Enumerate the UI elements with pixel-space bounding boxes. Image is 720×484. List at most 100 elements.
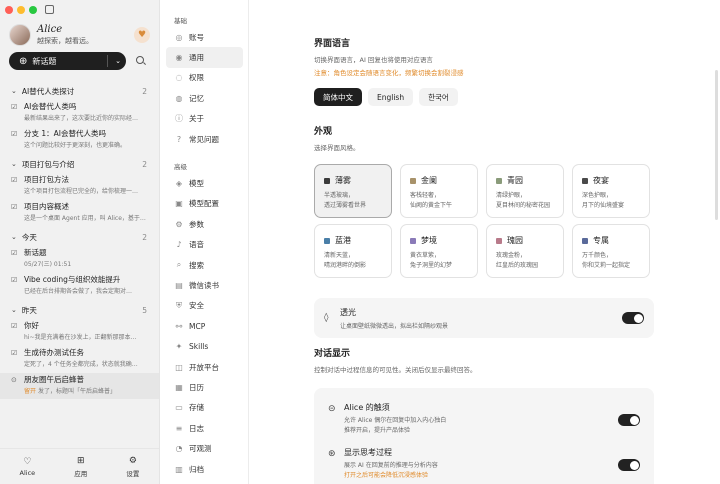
conversation-title: Vibe coding与组织效能提升 [24, 275, 121, 284]
settings-nav-item[interactable]: ⚯ MCP [161, 316, 248, 336]
conversation-item[interactable]: ☑ Vibe coding与组织效能提升 已经在后台排期各会做了，我会定期对… [0, 273, 159, 299]
thinking-desc: 展示 AI 在回复前的推理与分析内容 [344, 462, 438, 469]
conversation-sidebar: Alice 越探索，越看远。 ♥ ⊕ 新话题 ⌄ ⌄ AI替代人类探讨 2 ☑ AI会替… [0, 0, 160, 484]
check-square-icon: ☑ [11, 102, 18, 111]
group-header[interactable]: ⌄ 项目打包与介绍 2 [0, 157, 159, 171]
heart-outline-icon: ♡ [23, 456, 32, 467]
chevron-down-icon: ⌄ [11, 87, 17, 95]
close-window-button[interactable] [5, 5, 13, 14]
conversation-item[interactable]: ⊙ 朋友圈午后启蜂普 留开 发了，标题叫「午后启蜂普」 [0, 373, 159, 399]
theme-name: 金阑 [421, 176, 437, 185]
nav-item-label: Skills [189, 342, 209, 352]
nav-item-icon: ◎ [175, 32, 183, 42]
theme-card[interactable]: 瑰园 玫瑰金粉， 红皇后的玫瑰园 [486, 224, 564, 278]
theme-swatch [410, 237, 416, 244]
theme-desc: 你和艾莉一起指定 [582, 261, 631, 269]
nav-item-icon: ⌕ [176, 260, 182, 270]
theme-desc: 透过薄雾看世界 [324, 201, 367, 209]
nav-item-icon: ◍ [175, 93, 183, 103]
settings-nav-item[interactable]: ♪ 语音 [161, 235, 248, 255]
inner-voice-title: Alice 的触须 [344, 403, 390, 412]
theme-name: 瑰园 [507, 236, 523, 245]
lang-option-ko[interactable]: 한국어 [419, 88, 458, 106]
nav-item-label: 模型 [189, 179, 204, 189]
new-chat-button[interactable]: ⊕ 新话题 ⌄ [9, 52, 126, 70]
alert-circle-icon: ⊙ [11, 375, 17, 384]
appearance-section: 外观 选择界面风格。 薄雾 半透玻璃， 透过薄雾看世界 金阑 客栈轻奢， 仙阙的黄金下午 青… [314, 124, 654, 338]
settings-nav-item[interactable]: ◫ 开放平台 [161, 357, 248, 377]
settings-nav-item[interactable]: ◎ 账号 [161, 27, 248, 47]
thinking-toggle[interactable] [618, 459, 640, 471]
nav-apps-label: 应用 [74, 469, 88, 478]
nav-item-icon: ⚯ [175, 321, 183, 331]
language-title: 界面语言 [314, 39, 351, 49]
nav-alice[interactable]: ♡ Alice [20, 457, 36, 477]
theme-card[interactable]: 青园 清绿护眼， 夏目林间的秘密花园 [486, 164, 564, 218]
transparency-toggle[interactable] [622, 312, 644, 324]
theme-desc: 深色护眼， [582, 192, 613, 199]
group-header[interactable]: ⌄ AI替代人类探讨 2 [0, 84, 159, 98]
chevron-down-icon: ⌄ [11, 233, 17, 241]
inner-voice-hint: 推荐开启，提升产品体验 [344, 426, 411, 434]
settings-nav-item[interactable]: ⓘ 关于 [161, 109, 248, 129]
profile-name: Alice [37, 24, 63, 35]
nav-item-label: 记忆 [189, 93, 204, 103]
conversation-preview: hi~我是充满着在沙发上，正翻新那那本… [24, 334, 137, 341]
settings-nav-item[interactable]: ◌ 权限 [161, 68, 248, 88]
nav-item-label: 语音 [189, 240, 204, 250]
settings-nav-item[interactable]: ▥ 归档 [161, 459, 248, 479]
lang-option-zh[interactable]: 简体中文 [314, 88, 362, 106]
new-chat-label: 新话题 [32, 56, 57, 66]
avatar[interactable] [9, 24, 31, 46]
settings-nav-item[interactable]: ✦ Skills [161, 336, 248, 356]
search-icon[interactable] [136, 56, 146, 66]
conversation-item[interactable]: ☑ 项目内容概述 这是一个桌面 Agent 应用，叫 Alice，基于… [0, 200, 159, 226]
maximize-window-button[interactable] [29, 5, 37, 14]
group-header[interactable]: ⌄ 今天 2 [0, 230, 159, 244]
conversation-item[interactable]: ☑ 新话题 05/27(三) 01:51 [0, 246, 159, 272]
theme-card[interactable]: 梦境 黄衣草紫， 兔子洞里的幻梦 [400, 224, 478, 278]
theme-swatch [324, 237, 330, 244]
chevron-down-icon[interactable]: ⌄ [115, 57, 121, 65]
theme-card[interactable]: 薄雾 半透玻璃， 透过薄雾看世界 [314, 164, 392, 218]
nav-settings[interactable]: ⚙ 设置 [126, 456, 139, 478]
sidebar-toggle-icon[interactable] [45, 5, 54, 14]
settings-nav-item[interactable]: ◍ 记忆 [161, 88, 248, 108]
conversation-item[interactable]: ☑ AI会替代人类吗 最新结果出来了，这次要比近你的实际经… [0, 100, 159, 126]
nav-item-icon: ▥ [175, 464, 183, 474]
scrollbar[interactable] [715, 70, 718, 220]
theme-card[interactable]: 金阑 客栈轻奢， 仙阙的黄金下午 [400, 164, 478, 218]
settings-nav-item[interactable]: ⛨ 安全 [161, 296, 248, 316]
language-warning: 注意：角色设定会随语言变化，频繁切换会割裂浸感 [314, 69, 464, 77]
inner-voice-toggle[interactable] [618, 414, 640, 426]
settings-nav-item[interactable]: ▦ 日历 [161, 377, 248, 397]
conversation-item[interactable]: ☑ 分支 1：AI会替代人类吗 这个问题比较好于更深刻，也更准确。 [0, 127, 159, 153]
transparency-card: ◊ 透光 让桌面壁纸微微透出，拟出栏如隔纱观景 [314, 298, 654, 338]
theme-card[interactable]: 专属 万千颜色， 你和艾莉一起指定 [572, 224, 650, 278]
nav-apps[interactable]: ⊞ 应用 [74, 456, 87, 478]
nav-item-label: 安全 [189, 301, 204, 311]
nav-item-label: 权限 [189, 73, 204, 83]
conversation-item[interactable]: ☑ 你好 hi~我是充满着在沙发上，正翻新那那本… [0, 319, 159, 345]
lang-option-en[interactable]: English [368, 88, 414, 106]
theme-card[interactable]: 蓝港 清新天蓝， 晴润港畔的倒影 [314, 224, 392, 278]
heart-icon[interactable]: ♥ [134, 27, 150, 43]
settings-nav-item[interactable]: ▣ 模型配置 [161, 194, 248, 214]
appearance-desc: 选择界面风格。 [314, 144, 360, 152]
settings-nav-item[interactable]: ⚙ 参数 [161, 214, 248, 234]
settings-nav-item[interactable]: ◈ 模型 [161, 173, 248, 193]
theme-desc: 兔子洞里的幻梦 [410, 261, 453, 269]
theme-card[interactable]: 夜宴 深色护眼， 月下的仙境盛宴 [572, 164, 650, 218]
settings-nav-item[interactable]: ◉ 通用 [166, 47, 243, 68]
group-header[interactable]: ⌄ 昨天 5 [0, 303, 159, 317]
settings-nav-item[interactable]: ▭ 存储 [161, 398, 248, 418]
settings-nav-item[interactable]: ⌕ 搜索 [161, 255, 248, 275]
conversation-item[interactable]: ☑ 项目打包方法 这个项目打包流程已完全的，给你梳理一… [0, 173, 159, 199]
settings-nav-item[interactable]: ? 常见问题 [161, 129, 248, 149]
settings-nav-item[interactable]: ▤ 微信读书 [161, 275, 248, 295]
settings-nav-item[interactable]: ≡ 日志 [161, 418, 248, 438]
conversation-item[interactable]: ☑ 生成待办测试任务 定死了，4 个任务全都完成，状态就我确… [0, 346, 159, 372]
window-controls [5, 5, 54, 14]
settings-nav-item[interactable]: ◔ 可观测 [161, 438, 248, 458]
minimize-window-button[interactable] [17, 5, 25, 14]
